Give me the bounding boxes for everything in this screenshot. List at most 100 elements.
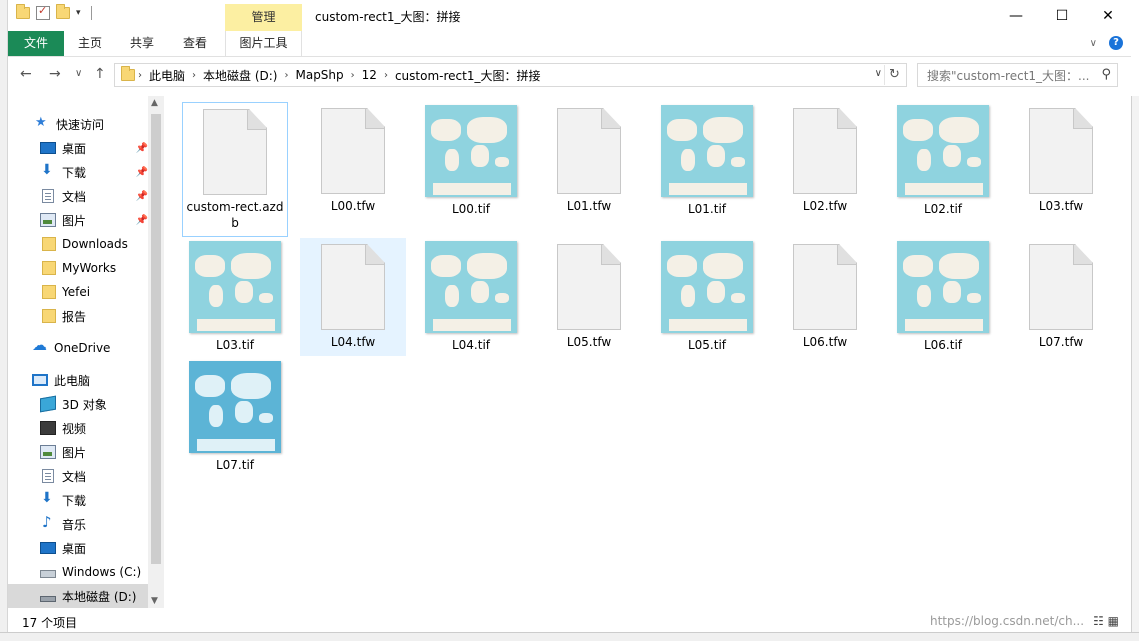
scroll-down-icon[interactable]: ▼ bbox=[151, 596, 158, 606]
tab-share[interactable]: 共享 bbox=[120, 31, 164, 56]
desktop-icon bbox=[40, 542, 56, 554]
sidebar-item-downloads[interactable]: 下载 📌 bbox=[40, 160, 148, 184]
file-item[interactable]: L01.tif bbox=[654, 102, 760, 217]
file-item[interactable]: L04.tfw bbox=[300, 238, 406, 356]
breadcrumb-current-folder[interactable]: custom-rect1_大图：拼接 bbox=[395, 67, 541, 84]
file-item[interactable]: L03.tfw bbox=[1008, 102, 1114, 214]
file-list: custom-rect.azdb L00.tfw L00.tif L01.tfw bbox=[168, 96, 1131, 608]
watermark: https://blog.csdn.net/ch... bbox=[930, 614, 1085, 628]
file-name: L02.tfw bbox=[802, 199, 848, 213]
tab-picture-tools[interactable]: 图片工具 bbox=[225, 31, 302, 56]
file-item[interactable]: L05.tif bbox=[654, 238, 760, 353]
file-name: L03.tfw bbox=[1038, 199, 1084, 213]
file-icon bbox=[557, 244, 621, 330]
expand-ribbon-icon[interactable]: ∨ bbox=[1090, 38, 1097, 49]
close-button[interactable]: ✕ bbox=[1085, 0, 1131, 31]
pin-icon: 📌 bbox=[135, 190, 148, 202]
chevron-right-icon[interactable]: › bbox=[284, 70, 288, 81]
sidebar-item-label: 报告 bbox=[62, 309, 87, 324]
sidebar-item-drive-d[interactable]: 本地磁盘 (D:) bbox=[8, 584, 148, 608]
search-icon[interactable]: ⚲ bbox=[1101, 67, 1111, 82]
document-icon bbox=[42, 469, 54, 483]
navigation-pane: 快速访问 桌面 📌 下载 📌 文档 📌 图片 📌 Downloads bbox=[8, 96, 160, 608]
up-button[interactable]: ↑ bbox=[94, 66, 106, 82]
sidebar-item-label: 此电脑 bbox=[54, 373, 91, 388]
file-name: L07.tif bbox=[215, 458, 255, 472]
sidebar-item-label: 图片 bbox=[62, 213, 87, 228]
search-input[interactable]: 搜索"custom-rect1_大图：... ⚲ bbox=[917, 63, 1118, 87]
navigation-scrollbar[interactable]: ▲ ▼ bbox=[148, 96, 164, 608]
star-icon bbox=[34, 115, 50, 131]
view-toggle-icon[interactable]: ☷ ▦ bbox=[1093, 614, 1119, 628]
map-thumbnail bbox=[189, 361, 281, 453]
drive-icon bbox=[40, 570, 56, 578]
right-edge-strip bbox=[1131, 96, 1139, 641]
cube-icon bbox=[40, 395, 56, 413]
search-placeholder: 搜索"custom-rect1_大图：... bbox=[927, 68, 1090, 83]
map-thumbnail bbox=[897, 105, 989, 197]
file-item[interactable]: L03.tif bbox=[182, 238, 288, 353]
chevron-right-icon[interactable]: › bbox=[138, 70, 142, 81]
file-name: L05.tfw bbox=[566, 335, 612, 349]
minimize-button[interactable]: — bbox=[993, 0, 1039, 31]
recent-locations-button[interactable]: ∨ bbox=[75, 68, 82, 79]
breadcrumb-mapshp[interactable]: MapShp bbox=[295, 68, 343, 82]
background-taskbar bbox=[0, 632, 1139, 641]
file-item[interactable]: L00.tfw bbox=[300, 102, 406, 214]
file-item[interactable]: L05.tfw bbox=[536, 238, 642, 350]
sidebar-item-label: 下载 bbox=[62, 493, 87, 508]
properties-icon[interactable] bbox=[36, 4, 50, 20]
map-thumbnail bbox=[897, 241, 989, 333]
file-item[interactable]: L02.tif bbox=[890, 102, 996, 217]
file-item[interactable]: L01.tfw bbox=[536, 102, 642, 214]
folder-icon[interactable] bbox=[16, 4, 30, 19]
file-item[interactable]: L02.tfw bbox=[772, 102, 878, 214]
drive-icon bbox=[40, 596, 56, 602]
tab-file[interactable]: 文件 bbox=[8, 31, 64, 56]
folder-icon bbox=[42, 309, 56, 323]
sidebar-item-label: 文档 bbox=[62, 189, 87, 204]
chevron-down-icon[interactable]: ▾ bbox=[76, 8, 81, 18]
folder-icon bbox=[121, 66, 135, 81]
chevron-right-icon[interactable]: › bbox=[351, 70, 355, 81]
chevron-right-icon[interactable]: › bbox=[384, 70, 388, 81]
file-item[interactable]: L07.tif bbox=[182, 358, 288, 473]
file-item[interactable]: L06.tif bbox=[890, 238, 996, 353]
tab-view[interactable]: 查看 bbox=[173, 31, 217, 56]
file-item[interactable]: L00.tif bbox=[418, 102, 524, 217]
forward-button[interactable]: → bbox=[49, 66, 61, 82]
scrollbar-thumb[interactable] bbox=[151, 114, 161, 564]
download-icon bbox=[40, 162, 56, 179]
maximize-button[interactable]: ☐ bbox=[1039, 0, 1085, 31]
back-button[interactable]: ← bbox=[20, 66, 32, 82]
file-item[interactable]: L04.tif bbox=[418, 238, 524, 353]
scroll-up-icon[interactable]: ▲ bbox=[151, 98, 158, 108]
desktop-icon bbox=[40, 142, 56, 154]
file-icon bbox=[321, 108, 385, 194]
window-controls: — ☐ ✕ bbox=[993, 0, 1131, 31]
breadcrumb-12[interactable]: 12 bbox=[362, 68, 377, 82]
sidebar-item-documents[interactable]: 文档 📌 bbox=[40, 184, 148, 208]
refresh-button[interactable]: ↻ bbox=[884, 65, 904, 85]
chevron-right-icon[interactable]: › bbox=[192, 70, 196, 81]
file-name: L04.tif bbox=[451, 338, 491, 352]
sidebar-item-pictures[interactable]: 图片 📌 bbox=[40, 208, 148, 232]
file-icon bbox=[321, 244, 385, 330]
file-icon bbox=[557, 108, 621, 194]
sidebar-item-label: 本地磁盘 (D:) bbox=[62, 589, 137, 604]
file-item[interactable]: custom-rect.azdb bbox=[182, 102, 288, 237]
breadcrumb-drive-d[interactable]: 本地磁盘 (D:) bbox=[203, 67, 277, 84]
new-folder-icon[interactable] bbox=[56, 4, 70, 19]
tab-home[interactable]: 主页 bbox=[68, 31, 112, 56]
address-bar[interactable]: › 此电脑 › 本地磁盘 (D:) › MapShp › 12 › custom… bbox=[114, 63, 907, 87]
file-icon bbox=[793, 244, 857, 330]
address-dropdown-icon[interactable]: ∨ bbox=[875, 68, 882, 79]
breadcrumb-this-pc[interactable]: 此电脑 bbox=[149, 67, 185, 84]
sidebar-item-desktop[interactable]: 桌面 📌 bbox=[40, 136, 148, 160]
sidebar-item-label: 桌面 bbox=[62, 141, 87, 156]
file-item[interactable]: L07.tfw bbox=[1008, 238, 1114, 350]
document-icon bbox=[42, 189, 54, 203]
help-icon[interactable]: ? bbox=[1109, 36, 1123, 50]
file-item[interactable]: L06.tfw bbox=[772, 238, 878, 350]
file-name: L06.tif bbox=[923, 338, 963, 352]
